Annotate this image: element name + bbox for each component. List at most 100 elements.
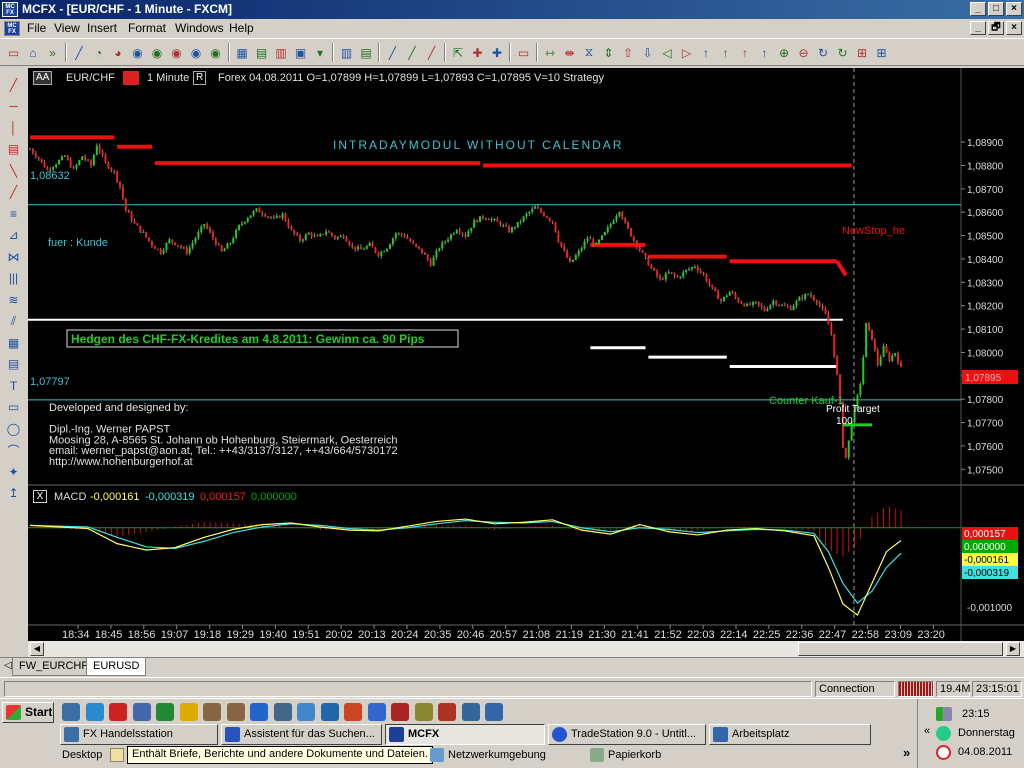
desktop-network[interactable]: Netzwerkumgebung bbox=[448, 749, 546, 761]
tray-time[interactable]: 23:15 bbox=[962, 708, 990, 720]
drawing-tool-icon[interactable]: ≋ bbox=[5, 291, 22, 308]
toolbar-tool-icon[interactable]: ◉ bbox=[187, 43, 206, 62]
toolbar-tool-icon[interactable]: ⌂ bbox=[24, 43, 43, 62]
drawing-tool-icon[interactable]: ╲ bbox=[5, 162, 22, 179]
drawing-tool-icon[interactable]: ✦ bbox=[5, 463, 22, 480]
toolbar-tool-icon[interactable]: ◁ bbox=[658, 43, 677, 62]
taskbar-chevron-icon[interactable]: » bbox=[903, 745, 910, 760]
quick-launch-icon[interactable] bbox=[273, 703, 292, 721]
toolbar-tool-icon[interactable]: ⊕ bbox=[775, 43, 794, 62]
toolbar-tool-icon[interactable]: ▾ bbox=[311, 43, 330, 62]
task-search-assistant[interactable]: Assistent für das Suchen... bbox=[221, 724, 382, 745]
drawing-tool-icon[interactable]: ╱ bbox=[5, 184, 22, 201]
start-button[interactable]: Start bbox=[2, 702, 54, 723]
drawing-tool-icon[interactable]: │ bbox=[5, 119, 22, 136]
menu-insert[interactable]: Insert bbox=[87, 21, 117, 35]
macd-close-icon[interactable]: X bbox=[33, 490, 47, 503]
quick-launch-icon[interactable] bbox=[414, 703, 433, 721]
scroll-thumb[interactable] bbox=[798, 642, 1003, 656]
toolbar-tool-icon[interactable]: ╱ bbox=[70, 43, 89, 62]
timeframe-color-icon[interactable] bbox=[123, 71, 139, 85]
toolbar-tool-icon[interactable]: ▭ bbox=[514, 43, 533, 62]
toolbar-tool-icon[interactable]: ⇿ bbox=[541, 43, 560, 62]
drawing-tool-icon[interactable]: ╱ bbox=[5, 76, 22, 93]
tab-eurusd[interactable]: EURUSD bbox=[86, 658, 147, 676]
quick-launch-icon[interactable] bbox=[367, 703, 386, 721]
drawing-tool-icon[interactable]: ◯ bbox=[5, 420, 22, 437]
quick-launch-icon[interactable] bbox=[250, 703, 268, 721]
quick-launch-icon[interactable] bbox=[297, 703, 315, 721]
r-button[interactable]: R bbox=[193, 71, 207, 85]
toolbar-tool-icon[interactable]: ↻ bbox=[833, 43, 852, 62]
quick-launch-icon[interactable] bbox=[132, 703, 151, 721]
folder-icon[interactable] bbox=[110, 748, 124, 762]
drawing-tool-icon[interactable]: ▦ bbox=[5, 334, 22, 351]
toolbar-tool-icon[interactable]: ↻ bbox=[814, 43, 833, 62]
quick-launch-icon[interactable] bbox=[179, 703, 198, 721]
quick-launch-icon[interactable] bbox=[226, 703, 245, 721]
chart-window[interactable]: 1,08900 1,08800 1,08700 1,08600 1,08500 1,084… bbox=[28, 68, 1024, 641]
price-chart[interactable]: 1,08900 1,08800 1,08700 1,08600 1,08500 1,084… bbox=[28, 68, 1024, 641]
quick-launch-icon[interactable] bbox=[391, 703, 409, 721]
scroll-left-icon[interactable]: ◀ bbox=[30, 642, 44, 656]
toolbar-tool-icon[interactable]: ▤ bbox=[357, 43, 376, 62]
task-mcfx[interactable]: MCFX bbox=[385, 724, 545, 745]
toolbar-tool-icon[interactable]: ◉ bbox=[167, 43, 186, 62]
network-signal-icon[interactable] bbox=[936, 707, 952, 721]
toolbar-tool-icon[interactable]: ⇩ bbox=[638, 43, 657, 62]
close-button[interactable]: × bbox=[1006, 2, 1022, 16]
scroll-right-icon[interactable]: ▶ bbox=[1006, 642, 1020, 656]
toolbar-tool-icon[interactable]: ▤ bbox=[252, 43, 271, 62]
drawing-tool-icon[interactable]: ▭ bbox=[5, 399, 22, 416]
toolbar-tool-icon[interactable]: ▥ bbox=[272, 43, 291, 62]
title-bar[interactable]: MC FX MCFX - [EUR/CHF - 1 Minute - FXCM]… bbox=[0, 0, 1024, 19]
toolbar-tool-icon[interactable]: ⊖ bbox=[794, 43, 813, 62]
maximize-button[interactable]: □ bbox=[988, 2, 1004, 16]
drawing-tool-icon[interactable]: ▤ bbox=[5, 356, 22, 373]
quick-launch-icon[interactable] bbox=[62, 703, 80, 721]
drawing-tool-icon[interactable]: ⫽ bbox=[5, 313, 22, 330]
task-fx-handelsstation[interactable]: FX Handelsstation bbox=[60, 724, 218, 745]
tab-fw-eurchf[interactable]: FW_EURCHF bbox=[12, 658, 96, 676]
child-window-icon[interactable]: MC FX bbox=[4, 21, 20, 36]
drawing-tool-icon[interactable]: ─ bbox=[5, 98, 22, 115]
toolbar-tool-icon[interactable]: ◔ bbox=[89, 43, 108, 62]
drawing-tool-icon[interactable]: ≡ bbox=[5, 205, 22, 222]
toolbar-tool-icon[interactable]: ◕ bbox=[109, 43, 128, 62]
green-tray-icon[interactable] bbox=[936, 726, 951, 741]
toolbar-tool-icon[interactable]: ╱ bbox=[403, 43, 422, 62]
toolbar-tool-icon[interactable]: ⇼ bbox=[560, 43, 579, 62]
toolbar-tool-icon[interactable]: ╱ bbox=[422, 43, 441, 62]
toolbar-tool-icon[interactable]: ⧖ bbox=[580, 43, 599, 62]
minimize-button[interactable]: _ bbox=[970, 2, 986, 16]
drawing-tool-icon[interactable]: T bbox=[5, 377, 22, 394]
toolbar-tool-icon[interactable]: ↑ bbox=[736, 43, 755, 62]
toolbar-tool-icon[interactable]: ⊞ bbox=[872, 43, 891, 62]
drawing-tool-icon[interactable]: ⋈ bbox=[5, 248, 22, 265]
toolbar-tool-icon[interactable]: ↑ bbox=[697, 43, 716, 62]
drawing-tool-icon[interactable]: ↥ bbox=[5, 485, 22, 502]
quick-launch-icon[interactable] bbox=[203, 703, 221, 721]
toolbar-tool-icon[interactable]: ↑ bbox=[716, 43, 735, 62]
quick-launch-icon[interactable] bbox=[320, 703, 339, 721]
toolbar-tool-icon[interactable]: » bbox=[43, 43, 62, 62]
app-icon[interactable]: MC FX bbox=[2, 2, 18, 17]
toolbar-tool-icon[interactable]: ✚ bbox=[488, 43, 507, 62]
tray-chevron-icon[interactable]: « bbox=[924, 725, 930, 737]
chart-horizontal-scrollbar[interactable]: ◀ ▶ bbox=[28, 641, 1024, 657]
drawing-tool-icon[interactable]: ⌒ bbox=[5, 442, 22, 459]
recycle-bin-icon[interactable] bbox=[590, 748, 604, 762]
toolbar-tool-icon[interactable]: ▣ bbox=[291, 43, 310, 62]
aa-button[interactable]: AA bbox=[33, 71, 53, 85]
drawing-tool-icon[interactable]: ▤ bbox=[5, 141, 22, 158]
menu-view[interactable]: View bbox=[54, 21, 80, 35]
network-icon[interactable] bbox=[430, 748, 444, 762]
quick-launch-icon[interactable] bbox=[485, 703, 503, 721]
quick-launch-icon[interactable] bbox=[344, 703, 362, 721]
task-arbeitsplatz[interactable]: Arbeitsplatz bbox=[709, 724, 871, 745]
toolbar-tool-icon[interactable]: ⊞ bbox=[853, 43, 872, 62]
toolbar-tool-icon[interactable]: ↑ bbox=[755, 43, 774, 62]
toolbar-tool-icon[interactable]: ✚ bbox=[468, 43, 487, 62]
quick-launch-icon[interactable] bbox=[438, 703, 456, 721]
toolbar-tool-icon[interactable]: ◉ bbox=[148, 43, 167, 62]
